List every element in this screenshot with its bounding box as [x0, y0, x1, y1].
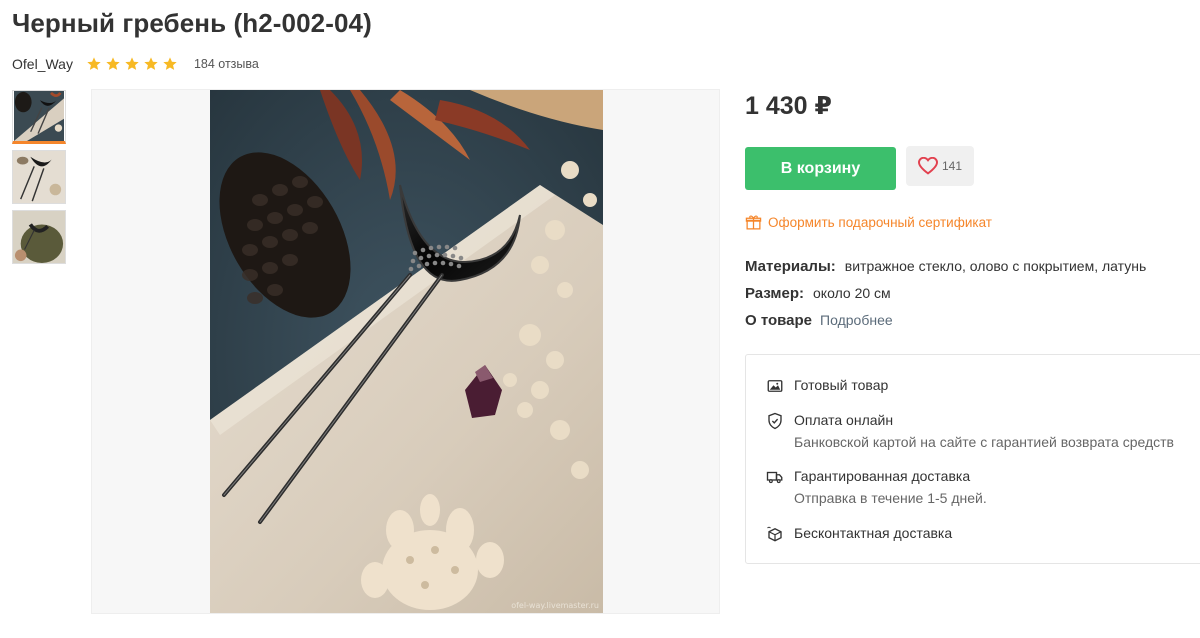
- add-to-cart-button[interactable]: В корзину: [745, 147, 896, 190]
- star-icon: [144, 57, 158, 70]
- product-title: Черный гребень (h2-002-04): [12, 8, 372, 38]
- gift-certificate-label: Оформить подарочный сертификат: [768, 215, 992, 230]
- favorite-button[interactable]: 141: [906, 146, 974, 186]
- info-payment-subtitle: Банковской картой на сайте с гарантией в…: [794, 434, 1174, 450]
- star-icon: [87, 57, 101, 70]
- info-ready-title: Готовый товар: [794, 377, 889, 393]
- size-row: Размер: около 20 см: [745, 285, 891, 302]
- favorite-count: 141: [941, 159, 963, 173]
- gift-certificate-link[interactable]: Оформить подарочный сертификат: [745, 214, 992, 231]
- info-payment-title: Оплата онлайн: [794, 412, 894, 428]
- star-icon: [163, 57, 177, 70]
- thumbnail-image: [13, 151, 65, 203]
- thumbnail-2[interactable]: [12, 150, 66, 204]
- info-delivery-title: Гарантированная доставка: [794, 468, 971, 484]
- info-contactless-title: Бесконтактная доставка: [794, 525, 953, 541]
- shield-check-icon: [768, 412, 782, 430]
- seller-link[interactable]: Ofel_Way: [12, 56, 73, 72]
- about-row: О товаре Подробнее: [745, 312, 893, 329]
- image-icon: [767, 380, 783, 392]
- gift-icon: [745, 215, 762, 230]
- product-meta: Ofel_Way 184 отзыва: [12, 54, 259, 74]
- info-ready: Готовый товар: [766, 377, 888, 395]
- thumbnail-image: [14, 91, 64, 141]
- main-image-frame: ofel-way.livemaster.ru: [91, 89, 720, 614]
- thumbnail-image: [13, 211, 65, 263]
- size-key: Размер:: [745, 285, 805, 302]
- contactless-box-icon: [767, 526, 782, 542]
- rating-stars: [86, 56, 178, 72]
- truck-icon: [766, 471, 783, 484]
- materials-key: Материалы:: [745, 258, 836, 275]
- thumbnail-1[interactable]: [12, 90, 66, 144]
- reviews-link[interactable]: 184 отзыва: [194, 57, 259, 71]
- star-icon: [125, 57, 139, 70]
- thumbnail-list: [12, 90, 66, 264]
- main-product-image[interactable]: ofel-way.livemaster.ru: [210, 90, 603, 613]
- info-box: Готовый товар Оплата онлайн Банковской к…: [745, 354, 1200, 564]
- info-delivery-subtitle: Отправка в течение 1-5 дней.: [794, 490, 987, 506]
- price: 1 430 ₽: [745, 92, 832, 120]
- materials-value: витражное стекло, олово с покрытием, лат…: [844, 258, 1147, 274]
- heart-icon: [918, 157, 938, 175]
- thumbnail-3[interactable]: [12, 210, 66, 264]
- product-photo: [210, 90, 603, 613]
- info-payment: Оплата онлайн Банковской картой на сайте…: [766, 412, 1174, 450]
- size-value: около 20 см: [813, 285, 891, 301]
- info-delivery: Гарантированная доставка Отправка в тече…: [766, 468, 987, 506]
- image-watermark: ofel-way.livemaster.ru: [511, 601, 599, 610]
- about-more-link[interactable]: Подробнее: [820, 312, 893, 328]
- about-key: О товаре: [745, 312, 813, 329]
- materials-row: Материалы: витражное стекло, олово с пок…: [745, 258, 1146, 275]
- star-icon: [106, 57, 120, 70]
- info-contactless: Бесконтактная доставка: [766, 525, 952, 543]
